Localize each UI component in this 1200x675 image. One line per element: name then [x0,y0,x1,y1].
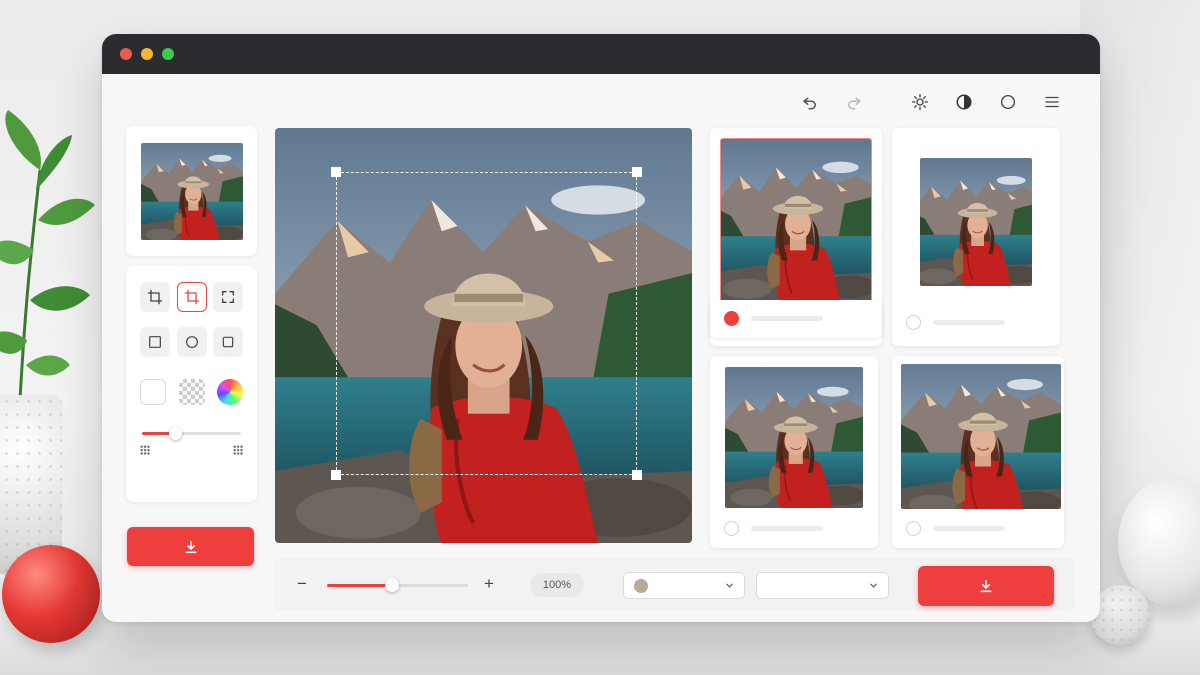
variant-radio-3[interactable] [724,521,739,536]
zoom-value: 100% [530,573,584,597]
variant-image-2[interactable] [920,158,1032,286]
download-icon [980,579,992,593]
variant-radio-4[interactable] [906,521,921,536]
close-window-button[interactable] [120,48,132,60]
variant-card-2[interactable] [892,128,1060,346]
variant-card-1[interactable] [710,128,882,346]
download-button-bottom[interactable] [918,566,1054,606]
variant-radio-1[interactable] [724,311,739,326]
variant-footer-1 [710,300,882,338]
variant-radio-2[interactable] [906,315,921,330]
color-dot [634,579,648,593]
circle-shape-button[interactable] [176,327,207,357]
undo-icon [803,97,816,110]
shape-tools-row [140,327,243,357]
contrast-icon [956,94,972,110]
zoom-out-button[interactable]: − [293,574,311,593]
title-bar [102,34,1100,74]
chevron-down-icon [870,583,877,588]
crop-icon [147,289,163,305]
color-wheel-swatch[interactable] [217,379,243,405]
rect-shape-icon [222,336,234,348]
variant-card-3[interactable] [710,356,878,548]
crop-handle-bottom-left[interactable] [331,470,341,480]
variant-image-3[interactable] [725,367,863,508]
menu-icon [1045,96,1059,108]
zoom-slider[interactable] [327,578,468,592]
redo-icon [848,97,861,110]
crop-tools-row [140,282,243,312]
size-slider-knob[interactable] [168,427,182,440]
red-ball-decoration [2,545,100,643]
variant-label-placeholder-3 [751,526,823,531]
variant-label-placeholder-2 [933,320,1005,325]
crop-handle-bottom-right[interactable] [632,470,642,480]
color-dropdown[interactable] [623,572,745,599]
zoom-in-button[interactable]: + [480,574,498,593]
crop-selection-box[interactable] [331,167,642,480]
zoom-slider-fill [327,584,392,587]
size-slider[interactable] [140,425,243,441]
main-photo-canvas[interactable] [275,128,692,543]
undo-button[interactable] [788,90,832,114]
download-button-left[interactable] [127,527,254,566]
square-shape-button[interactable] [140,327,170,357]
grid-small-icon [140,445,150,455]
top-toolbar [788,90,1074,114]
variant-label-placeholder-1 [751,316,823,321]
plant-decoration [0,110,95,401]
crop-handle-top-right[interactable] [632,167,642,177]
contrast-button[interactable] [942,90,986,114]
grid-large-icon [233,445,243,455]
transparent-swatch[interactable] [178,379,205,405]
variant-image-4[interactable] [901,364,1061,509]
crop-active-icon [184,289,199,305]
format-dropdown[interactable] [756,572,889,599]
crop-active-tool-button[interactable] [176,282,207,312]
rect-shape-button[interactable] [213,327,243,357]
zoom-slider-knob[interactable] [384,578,399,592]
crop-free-tool-button[interactable] [213,282,243,312]
background-swatches-row [140,379,243,405]
variant-card-4[interactable] [892,356,1064,548]
source-thumbnail-card [126,126,257,256]
tools-card [126,266,257,502]
app-window: − + 100% [102,34,1100,622]
source-thumbnail[interactable] [141,143,243,240]
brightness-icon [911,93,929,111]
slider-footer [140,445,243,455]
white-swatch[interactable] [140,379,166,405]
crop-tool-button[interactable] [140,282,170,312]
variant-label-placeholder-4 [933,526,1005,531]
menu-button[interactable] [1030,90,1074,114]
chevron-down-icon [726,583,733,588]
circle-shape-icon [185,336,198,348]
redo-button[interactable] [832,90,876,114]
minimize-window-button[interactable] [141,48,153,60]
circle-icon [1000,94,1016,110]
crop-handle-top-left[interactable] [331,167,341,177]
maximize-window-button[interactable] [162,48,174,60]
brightness-button[interactable] [898,90,942,114]
download-icon [185,540,196,553]
variant-image-1[interactable] [720,138,872,302]
shape-button[interactable] [986,90,1030,114]
crop-free-icon [222,291,234,303]
desk-surface [0,622,1200,675]
square-shape-icon [149,336,161,348]
left-panel [126,126,257,502]
